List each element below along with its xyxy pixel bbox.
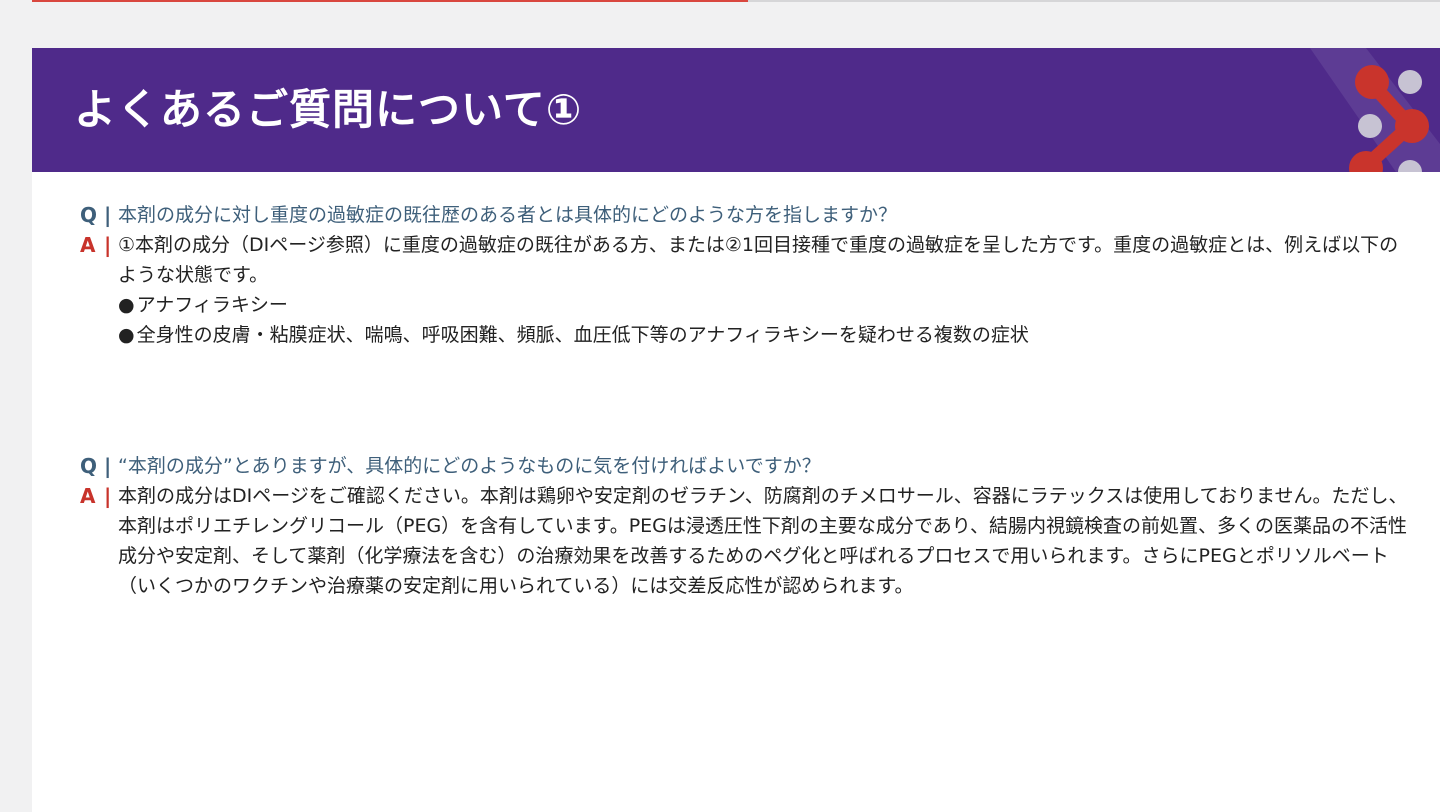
qa-block-1: Q | 本剤の成分に対し重度の過敏症の既往歴のある者とは具体的にどのような方を指し… (80, 200, 1410, 350)
slide-header: よくあるご質問について① (32, 48, 1440, 172)
question-row: Q | “本剤の成分”とありますが、具体的にどのようなものに気を付ければよいですか… (80, 451, 1410, 481)
list-item: ● アナフィラキシー (118, 294, 288, 316)
answer-text: 本剤の成分はDIページをご確認ください。本剤は鶏卵や安定剤のゼラチン、防腐剤のチ… (118, 485, 1408, 597)
question-text: “本剤の成分”とありますが、具体的にどのようなものに気を付ければよいですか？ (118, 455, 821, 477)
top-accent-line (32, 0, 748, 2)
top-gray-line (748, 0, 1440, 2)
answer-marker: A | (80, 233, 112, 257)
answer-row: A | ①本剤の成分（DIページ参照）に重度の過敏症の既往がある方、または②1回目… (80, 230, 1410, 290)
question-marker: Q | (80, 203, 112, 227)
list-item: ● 全身性の皮膚・粘膜症状、喘鳴、呼吸困難、頻脈、血圧低下等のアナフィラキシーを疑… (118, 324, 1029, 346)
molecule-logo-icon (1310, 48, 1440, 172)
question-marker: Q | (80, 454, 112, 478)
slide: よくあるご質問について① Q | 本剤の成分に対し重度の過敏症の既往歴のある者とは… (32, 48, 1440, 812)
answer-marker: A | (80, 484, 112, 508)
qa-block-2: Q | “本剤の成分”とありますが、具体的にどのようなものに気を付ければよいですか… (80, 451, 1410, 601)
answer-text: ①本剤の成分（DIページ参照）に重度の過敏症の既往がある方、または②1回目接種で… (118, 234, 1399, 286)
symptom-list: ● アナフィラキシー ● 全身性の皮膚・粘膜症状、喘鳴、呼吸困難、頻脈、血圧低下等の… (80, 290, 1410, 350)
question-row: Q | 本剤の成分に対し重度の過敏症の既往歴のある者とは具体的にどのような方を指し… (80, 200, 1410, 230)
question-text: 本剤の成分に対し重度の過敏症の既往歴のある者とは具体的にどのような方を指しますか… (118, 204, 898, 226)
page-title: よくあるご質問について① (74, 85, 583, 134)
answer-row: A | 本剤の成分はDIページをご確認ください。本剤は鶏卵や安定剤のゼラチン、防腐… (80, 481, 1410, 601)
